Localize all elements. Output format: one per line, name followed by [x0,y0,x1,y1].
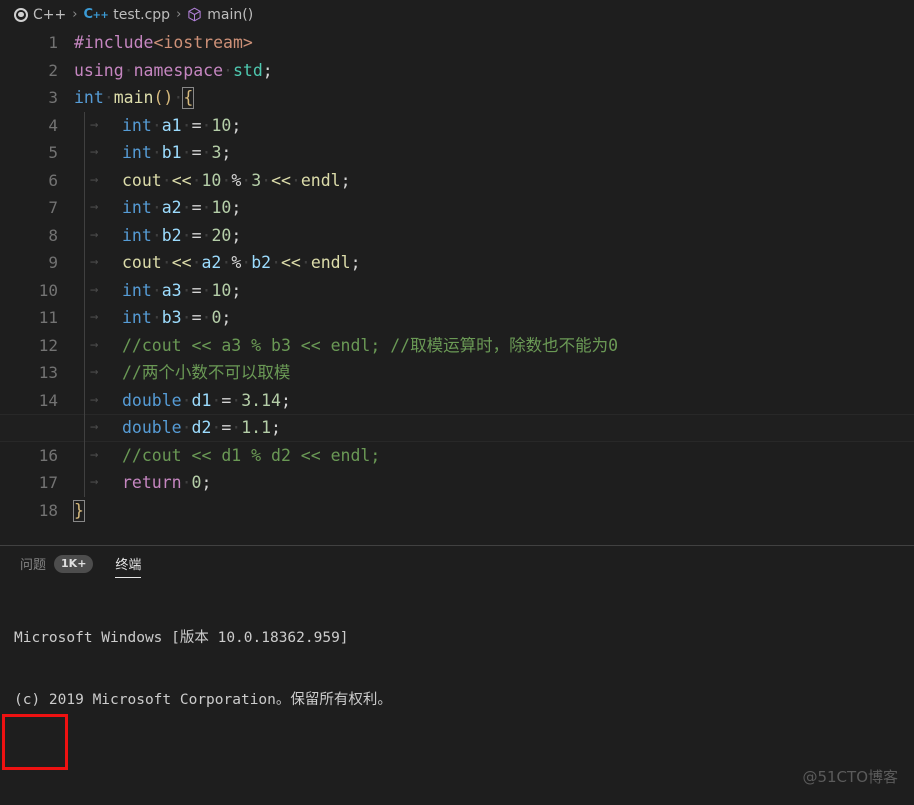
code-line[interactable]: → 11 int·b3·=·0; [0,304,914,332]
code-text: int·b2·=·20; [122,225,242,245]
code-text: int·a3·=·10; [122,280,242,300]
cpp-file-icon: C++ [83,7,109,22]
method-cube-icon [187,7,202,22]
line-number: 13 [38,363,58,382]
code-line[interactable]: 18} [0,497,914,525]
line-number: 5 [48,143,58,162]
line-number: 8 [48,225,58,245]
line-number: 4 [48,115,58,135]
breadcrumb-item-file[interactable]: C++ test.cpp [83,7,170,23]
breadcrumb-symbol-label: main() [207,6,254,23]
code-text: } [73,499,85,522]
terminal-line-version: Microsoft Windows [版本 10.0.18362.959] [14,630,349,646]
line-number: 11 [38,308,58,327]
breadcrumb-separator-icon: › [72,7,78,22]
code-line[interactable]: 1 #include<iostream> [0,29,914,57]
vscode-window: C++ › C++ test.cpp › main() 1 #include<io… [0,0,914,805]
panel-tab-bar: 问题 1K+ 终端 [0,546,914,581]
breadcrumb-item-root[interactable]: C++ [14,7,66,23]
line-number: 3 [48,88,58,107]
code-text: using·namespace·std; [74,60,273,80]
line-number: 14 [38,390,58,410]
code-editor[interactable]: 1 #include<iostream> 2 using·namespace·std;… [0,29,914,545]
code-text: return·0; [122,473,212,492]
code-text: int·a1·=·10; [122,115,242,135]
line-number: 18 [38,500,58,520]
code-text: //两个小数不可以取模 [122,363,291,382]
line-number: 10 [38,280,58,300]
terminal-line-copyright: (c) 2019 Microsoft Corporation。保留所有权利。 [14,691,392,708]
code-line[interactable]: → 17 return·0; [0,469,914,497]
terminal-output[interactable]: Microsoft Windows [版本 10.0.18362.959] (c… [0,581,914,805]
line-number: 9 [48,253,58,272]
breadcrumb-item-symbol[interactable]: main() [187,7,253,23]
record-circle-icon [14,7,28,22]
code-line[interactable]: → 15 double·d2·=·1.1; [0,414,914,442]
code-text: //cout << d1 % d2 << endl; [122,445,381,465]
breadcrumb: C++ › C++ test.cpp › main() [0,0,914,29]
breadcrumb-file-label: test.cpp [113,6,171,23]
code-line[interactable]: 2 using·namespace·std; [0,57,914,85]
tab-problems[interactable]: 问题 1K+ [20,546,94,581]
code-text: double·d2·=·1.1; [122,418,281,437]
bottom-panel: 问题 1K+ 终端 Microsoft Windows [版本 10.0.183… [0,546,914,805]
code-line[interactable]: → 5 int·b1·=·3; [0,139,914,167]
line-number: 12 [38,335,58,355]
code-line[interactable]: → 8 int·b2·=·20; [0,221,914,249]
line-number: 1 [48,33,58,52]
code-text: #include<iostream> [74,33,253,52]
code-text: cout·<<·a2·%·b2·<<·endl; [122,253,361,272]
code-line[interactable]: → 10 int·a3·=·10; [0,276,914,304]
code-line[interactable]: → 13//两个小数不可以取模 [0,359,914,387]
line-number: 16 [38,445,58,465]
code-text: double·d1·=·3.14; [122,390,291,410]
code-line[interactable]: → 14 double·d1·=·3.14; [0,386,914,414]
code-line[interactable]: → 6 cout·<<·10·%·3·<<·endl; [0,166,914,194]
code-line[interactable]: → 9 cout·<<·a2·%·b2·<<·endl; [0,249,914,277]
line-number: 7 [48,198,58,217]
code-text: int·b1·=·3; [122,143,232,162]
line-number: 17 [38,473,58,492]
code-line[interactable]: → 16//cout << d1 % d2 << endl; [0,441,914,469]
code-line[interactable]: 3 int·main()·{ [0,84,914,112]
watermark: @51CTO博客 [802,768,898,786]
breadcrumb-root-label: C++ [33,6,67,23]
line-number: 15 [38,418,58,437]
code-text: //cout << a3 % b3 << endl; //取模运算时，除数也不能… [122,335,619,355]
tab-terminal-label: 终端 [115,558,142,573]
tab-problems-label: 问题 [20,558,47,573]
code-line[interactable]: → 7 int·a2·=·10; [0,194,914,222]
code-text: int·b3·=·0; [122,308,232,327]
code-line[interactable]: → 12//cout << a3 % b3 << endl; //取模运算时，除数… [0,331,914,359]
problems-count-badge: 1K+ [54,554,94,573]
code-text: cout·<<·10·%·3·<<·endl; [122,170,351,190]
code-line[interactable]: → 4 int·a1·=·10; [0,111,914,139]
tab-terminal[interactable]: 终端 [115,546,142,581]
code-text: int·main()·{ [74,87,195,109]
code-text: int·a2·=·10; [122,198,242,217]
line-number: 2 [48,60,58,80]
line-number: 6 [48,170,58,190]
breadcrumb-separator-icon-2: › [176,7,182,22]
